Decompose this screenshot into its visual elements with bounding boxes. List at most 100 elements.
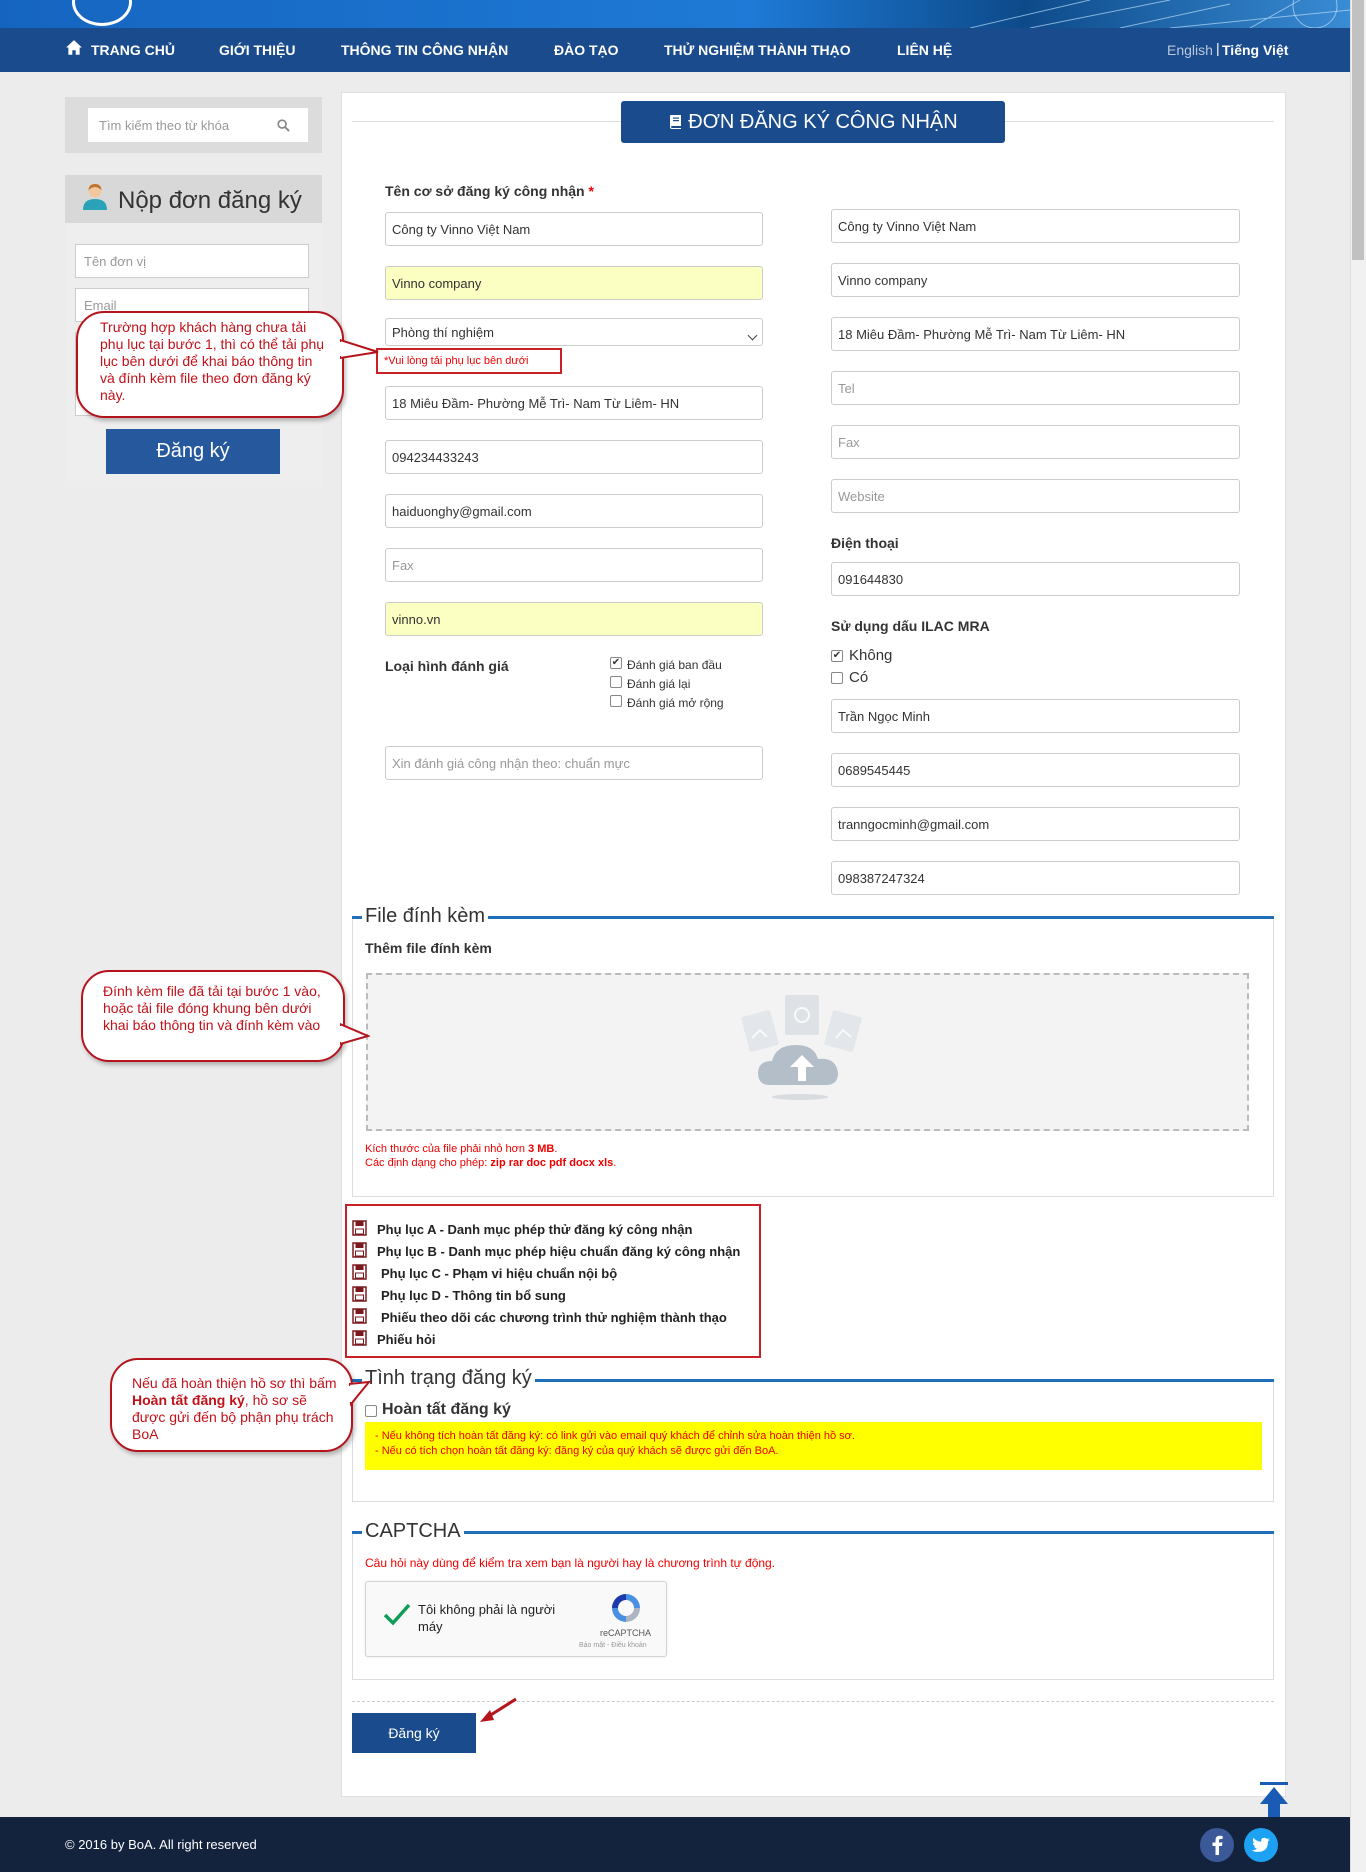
recaptcha-brand: reCAPTCHA [600, 1628, 652, 1638]
callout-attach-hint: Đính kèm file đã tải tại bước 1 vào, hoặ… [81, 970, 345, 1062]
footer-copyright: © 2016 by BoA. All right reserved [65, 1837, 257, 1852]
website-input[interactable]: vinno.vn [385, 602, 763, 636]
ilac-no-label: Không [849, 647, 893, 664]
contact-name-input[interactable]: Trần Ngọc Minh [831, 699, 1240, 733]
file-format-list: zip rar doc pdf docx xls [490, 1157, 614, 1169]
recaptcha-terms-link[interactable]: Bảo mật - Điều khoản [579, 1642, 647, 1649]
eval-re-checkbox[interactable] [610, 676, 622, 688]
file-format-note: Các định dạng cho phép: zip rar doc pdf … [365, 1157, 616, 1169]
status-legend: Tình trạng đăng ký [362, 1367, 535, 1390]
facility-name-en-input[interactable]: Vinno company [385, 266, 763, 300]
nav-item-training[interactable]: ĐÀO TẠO [554, 42, 619, 58]
attachments-legend-line [352, 916, 1274, 919]
file-size-note-text: Kích thước của file phải nhỏ hơn [365, 1143, 525, 1155]
lang-vietnamese-link[interactable]: Tiếng Việt [1222, 42, 1288, 58]
eval-extended-checkbox[interactable] [610, 695, 622, 707]
appendix-b-link[interactable]: Phụ lục B - Danh mục phép hiệu chuẩn đăn… [377, 1244, 740, 1259]
questionnaire-link[interactable]: Phiếu hỏi [377, 1332, 436, 1347]
form-title: ĐƠN ĐĂNG KÝ CÔNG NHẬN [688, 111, 958, 133]
email-input[interactable]: haiduonghy@gmail.com [385, 494, 763, 528]
callout-appendix-hint: Trường hợp khách hàng chưa tải phụ lục t… [76, 311, 344, 418]
home-icon [66, 40, 82, 55]
address-input[interactable]: 18 Miêu Đầm- Phường Mễ Trì- Nam Từ Liêm-… [385, 386, 763, 420]
form-title-banner: ĐƠN ĐĂNG KÝ CÔNG NHẬN [621, 101, 1005, 143]
lang-separator: | [1216, 40, 1220, 56]
callout-complete-text: Nếu đã hoàn thiện hồ sơ thì bấm [132, 1375, 337, 1391]
file-size-note: Kích thước của file phải nhỏ hơn 3 MB. [365, 1143, 557, 1155]
right-name-en-input[interactable]: Vinno company [831, 263, 1240, 297]
add-attachment-label: Thêm file đính kèm [365, 940, 492, 956]
cloud-upload-icon [741, 995, 862, 1100]
note-not-complete: - Nếu không tích hoàn tất đăng ký: có li… [375, 1430, 855, 1442]
callout-tail [340, 1022, 370, 1046]
complete-registration-notes: - Nếu không tích hoàn tất đăng ký: có li… [365, 1422, 1262, 1470]
fax-input[interactable]: Fax [385, 548, 763, 582]
arrow-pointer-icon [480, 1697, 517, 1722]
document-icon [352, 1242, 367, 1258]
note-complete: - Nếu có tích chọn hoàn tất đăng ký: đăn… [375, 1445, 779, 1457]
right-tel-input[interactable]: Tel [831, 371, 1240, 405]
file-format-note-text: Các định dạng cho phép: [365, 1157, 488, 1169]
file-size-limit: 3 MB [528, 1143, 555, 1155]
file-size-note-end: . [554, 1143, 558, 1155]
right-name-vi-input[interactable]: Công ty Vinno Việt Nam [831, 209, 1240, 243]
search-icon[interactable] [277, 119, 290, 132]
evaluation-type-label: Loại hình đánh giá [385, 658, 509, 674]
appendix-a-link[interactable]: Phụ lục A - Danh mục phép thử đăng ký cô… [377, 1222, 692, 1237]
chevron-down-icon [747, 330, 758, 341]
complete-registration-label: Hoàn tất đăng ký [382, 1401, 511, 1418]
contact-email-input[interactable]: tranngocminh@gmail.com [831, 807, 1240, 841]
contact-mobile-input[interactable]: 098387247324 [831, 861, 1240, 895]
required-mark: * [588, 183, 594, 199]
nav-item-proficiency-testing[interactable]: THỬ NGHIỆM THÀNH THẠO [664, 42, 851, 58]
right-website-input[interactable]: Website [831, 479, 1240, 513]
appendix-d-link[interactable]: Phụ lục D - Thông tin bổ sung [381, 1288, 566, 1303]
nav-item-about[interactable]: GIỚI THIỆU [219, 42, 296, 58]
facility-name-label-text: Tên cơ sở đăng ký công nhận [385, 183, 585, 199]
recaptcha-label: Tôi không phải là người máy [418, 1602, 556, 1634]
phone-input[interactable]: 094234433243 [385, 440, 763, 474]
submit-button[interactable]: Đăng ký [352, 1713, 476, 1753]
sidebar-register-title: Nộp đơn đăng ký [118, 187, 302, 214]
standard-input[interactable]: Xin đánh giá công nhận theo: chuẩn mực [385, 746, 763, 780]
file-format-note-end: . [613, 1157, 617, 1169]
nav-item-home[interactable]: TRANG CHỦ [91, 42, 175, 58]
document-icon [352, 1286, 367, 1302]
right-address-input[interactable]: 18 Miêu Đầm- Phường Mễ Trì- Nam Từ Liêm-… [831, 317, 1240, 351]
document-icon [352, 1264, 367, 1280]
page-scrollbar[interactable] [1350, 0, 1366, 1872]
eval-extended-label: Đánh giá mở rộng [627, 696, 724, 710]
eval-initial-label: Đánh giá ban đầu [627, 658, 722, 672]
ilac-yes-checkbox[interactable] [831, 672, 843, 684]
document-icon [352, 1308, 367, 1324]
lang-english-link[interactable]: English [1167, 42, 1213, 58]
callout-complete-hint: Nếu đã hoàn thiện hồ sơ thì bấm Hoàn tất… [110, 1358, 353, 1452]
eval-re-label: Đánh giá lại [627, 677, 691, 691]
sidebar-register-button[interactable]: Đăng ký [106, 429, 280, 474]
main-navbar: TRANG CHỦ GIỚI THIỆU THÔNG TIN CÔNG NHẬN… [0, 28, 1350, 72]
document-icon [352, 1220, 367, 1236]
right-phone-input[interactable]: 091644830 [831, 562, 1240, 596]
attachments-legend: File đính kèm [362, 905, 489, 928]
phone-label: Điện thoại [831, 535, 899, 551]
right-fax-input[interactable]: Fax [831, 425, 1240, 459]
ilac-no-checkbox[interactable]: ✔ [831, 650, 843, 662]
sidebar-unit-name-input[interactable]: Tên đơn vị [75, 244, 309, 278]
nav-item-accreditation-info[interactable]: THÔNG TIN CÔNG NHẬN [341, 42, 508, 58]
facility-name-vi-input[interactable]: Công ty Vinno Việt Nam [385, 212, 763, 246]
twitter-icon[interactable] [1244, 1828, 1278, 1862]
facebook-icon[interactable] [1200, 1828, 1234, 1862]
contact-phone-input[interactable]: 0689545445 [831, 753, 1240, 787]
nav-item-contact[interactable]: LIÊN HỆ [897, 42, 952, 58]
scrollbar-thumb[interactable] [1352, 0, 1364, 260]
ilac-mra-label: Sử dụng dấu ILAC MRA [831, 618, 990, 634]
eval-initial-checkbox[interactable]: ✔ [610, 657, 622, 669]
facility-type-select[interactable]: Phòng thí nghiệm [385, 318, 763, 346]
appendix-c-link[interactable]: Phụ lục C - Phạm vi hiệu chuẩn nội bộ [381, 1266, 617, 1281]
proficiency-tracking-link[interactable]: Phiếu theo dõi các chương trình thử nghi… [381, 1310, 727, 1325]
captcha-legend-line [352, 1531, 1274, 1534]
sidebar-search-input[interactable]: Tìm kiếm theo từ khóa [87, 107, 309, 143]
recaptcha-logo-icon [612, 1594, 640, 1622]
check-icon[interactable] [383, 1603, 411, 1627]
facility-name-label: Tên cơ sở đăng ký công nhận * [385, 183, 594, 199]
